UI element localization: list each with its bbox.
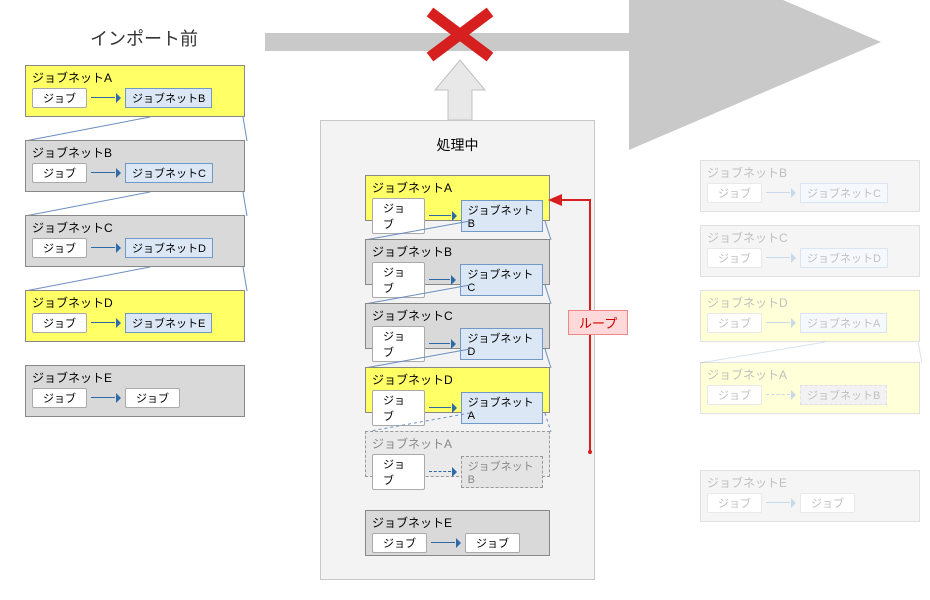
link-c-d <box>25 267 250 292</box>
proc-jobnet-b: ジョブネットB ジョブ ジョブネットC <box>365 239 550 285</box>
before-jobnet-c: ジョブネットC ジョブ ジョブネットD <box>25 215 245 267</box>
job-box: ジョブ <box>372 454 425 490</box>
jobnet-title: ジョブネットA <box>372 435 543 452</box>
arrow-icon <box>91 93 121 103</box>
after-jobnet-c: ジョブネットC ジョブ ジョブネットD <box>700 225 920 277</box>
link-a-b <box>25 117 250 142</box>
job-box: ジョブ <box>32 313 87 333</box>
proc-link-b-c <box>365 285 555 305</box>
job-box: ジョブ <box>465 533 520 553</box>
after-link-d-a <box>700 342 925 364</box>
arrow-icon <box>429 211 457 221</box>
jobnet-title: ジョブネットB <box>372 243 543 260</box>
loop-label: ループ <box>568 310 628 335</box>
arrow-icon <box>431 538 461 548</box>
job-box: ジョブ <box>707 248 762 268</box>
arrow-icon <box>766 188 796 198</box>
nested-jobnet: ジョブネットD <box>800 248 888 268</box>
jobnet-title: ジョブネットD <box>707 294 913 311</box>
nested-jobnet: ジョブネットB <box>125 88 212 108</box>
nested-jobnet: ジョブネットA <box>800 313 887 333</box>
jobnet-title: ジョブネットB <box>707 164 913 181</box>
proc-jobnet-a: ジョブネットA ジョブ ジョブネットB <box>365 175 550 221</box>
job-box: ジョブ <box>707 385 762 405</box>
arrow-icon <box>429 467 457 477</box>
nested-jobnet: ジョブネットD <box>125 238 213 258</box>
jobnet-title: ジョブネットC <box>372 307 543 324</box>
title-after: インポート後 <box>725 25 833 51</box>
job-box: ジョブ <box>707 183 762 203</box>
after-jobnet-d: ジョブネットD ジョブ ジョブネットA <box>700 290 920 342</box>
before-jobnet-a: ジョブネットA ジョブ ジョブネットB <box>25 65 245 117</box>
panel-title: 処理中 <box>321 135 594 155</box>
nested-jobnet: ジョブネットC <box>125 163 213 183</box>
job-box: ジョブ <box>800 493 855 513</box>
arrow-icon <box>91 168 121 178</box>
arrow-icon <box>766 253 796 263</box>
nested-jobnet: ジョブネットC <box>800 183 888 203</box>
before-jobnet-b: ジョブネットB ジョブ ジョブネットC <box>25 140 245 192</box>
nested-jobnet: ジョブネットB <box>800 385 887 405</box>
proc-link-a-b <box>365 221 555 241</box>
jobnet-title: ジョブネットE <box>372 514 543 531</box>
title-before: インポート前 <box>90 25 198 51</box>
job-box: ジョブ <box>32 388 87 408</box>
job-box: ジョブ <box>32 163 87 183</box>
jobnet-title: ジョブネットC <box>32 219 238 236</box>
job-box: ジョブ <box>32 238 87 258</box>
job-box: ジョブ <box>372 533 427 553</box>
proc-jobnet-a-ghost: ジョブネットA ジョブ ジョブネットB <box>365 431 550 477</box>
nested-jobnet: ジョブネットB <box>461 456 543 488</box>
after-jobnet-a: ジョブネットA ジョブ ジョブネットB <box>700 362 920 414</box>
proc-link-d-ghost <box>365 413 555 433</box>
proc-jobnet-c: ジョブネットC ジョブ ジョブネットD <box>365 303 550 349</box>
link-b-c <box>25 192 250 217</box>
arrow-icon <box>766 390 796 400</box>
arrow-icon <box>91 243 121 253</box>
jobnet-title: ジョブネットA <box>32 69 238 86</box>
jobnet-title: ジョブネットA <box>372 179 543 196</box>
after-jobnet-e: ジョブネットE ジョブ ジョブ <box>700 470 920 522</box>
job-box: ジョブ <box>32 88 87 108</box>
job-box: ジョブ <box>707 313 762 333</box>
arrow-icon <box>429 275 457 285</box>
nested-jobnet: ジョブネットE <box>125 313 212 333</box>
job-box: ジョブ <box>125 388 180 408</box>
proc-link-c-d <box>365 349 555 369</box>
jobnet-title: ジョブネットE <box>32 369 238 386</box>
jobnet-title: ジョブネットE <box>707 474 913 491</box>
jobnet-title: ジョブネットC <box>707 229 913 246</box>
arrow-icon <box>91 318 121 328</box>
jobnet-title: ジョブネットB <box>32 144 238 161</box>
before-jobnet-d: ジョブネットD ジョブ ジョブネットE <box>25 290 245 342</box>
proc-jobnet-d: ジョブネットD ジョブ ジョブネットA <box>365 367 550 413</box>
arrow-icon <box>429 339 457 349</box>
proc-jobnet-e: ジョブネットE ジョブ ジョブ <box>365 510 550 556</box>
jobnet-title: ジョブネットA <box>707 366 913 383</box>
reject-x-icon <box>420 2 500 72</box>
arrow-icon <box>429 403 457 413</box>
arrow-icon <box>766 498 796 508</box>
job-box: ジョブ <box>707 493 762 513</box>
arrow-icon <box>91 393 121 403</box>
after-jobnet-b: ジョブネットB ジョブ ジョブネットC <box>700 160 920 212</box>
loop-arrow <box>550 190 610 480</box>
before-jobnet-e: ジョブネットE ジョブ ジョブ <box>25 365 245 417</box>
jobnet-title: ジョブネットD <box>372 371 543 388</box>
arrow-icon <box>766 318 796 328</box>
jobnet-title: ジョブネットD <box>32 294 238 311</box>
diagram-canvas: インポート前 インポート後 ジョブネットA ジョブ ジョブネットB ジョブネット… <box>10 10 920 590</box>
